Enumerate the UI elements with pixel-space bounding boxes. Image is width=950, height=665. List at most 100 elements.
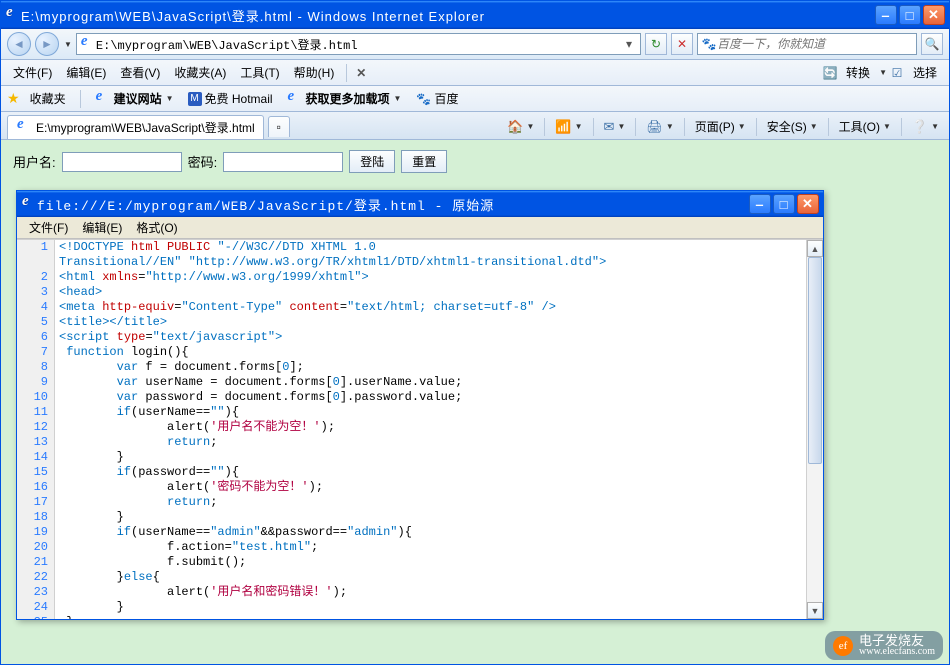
menu-file[interactable]: 文件(F) — [7, 62, 58, 83]
back-button[interactable]: ◄ — [7, 32, 31, 56]
line-number: 22 — [17, 570, 48, 585]
favorites-star-icon[interactable]: ★ — [7, 90, 20, 107]
tabs-bar: E:\myprogram\WEB\JavaScript\登录.html ▫ 🏠▼… — [1, 112, 949, 140]
fav-dropdown[interactable]: ▼ — [166, 94, 174, 103]
code-line: } — [59, 450, 806, 465]
menu-favorites[interactable]: 收藏夹(A) — [168, 62, 232, 83]
line-number: 7 — [17, 345, 48, 360]
refresh-button[interactable]: ↻ — [645, 33, 667, 55]
maximize-button[interactable]: □ — [899, 5, 921, 25]
menu-separator — [346, 64, 347, 82]
search-box[interactable]: 🐾 — [697, 33, 917, 55]
src-body: 1234567891011121314151617181920212223242… — [17, 239, 823, 619]
code-line: var f = document.forms[0]; — [59, 360, 806, 375]
line-number: 4 — [17, 300, 48, 315]
tab-label: E:\myprogram\WEB\JavaScript\登录.html — [36, 119, 255, 136]
print-icon: 🖨 — [646, 119, 663, 135]
titlebar[interactable]: E:\myprogram\WEB\JavaScript\登录.html - Wi… — [1, 1, 949, 29]
window-title: E:\myprogram\WEB\JavaScript\登录.html - Wi… — [21, 6, 875, 25]
scrollbar-thumb[interactable] — [808, 257, 822, 464]
favorites-bar: ★ 收藏夹 建议网站 ▼ M 免费 Hotmail 获取更多加载项 ▼ 🐾 百度 — [1, 86, 949, 112]
minimize-button[interactable]: ‒ — [875, 5, 897, 25]
src-minimize-button[interactable]: ‒ — [749, 194, 771, 214]
username-input[interactable] — [62, 152, 182, 172]
login-button[interactable]: 登陆 — [349, 150, 395, 173]
fav-hotmail[interactable]: M 免费 Hotmail — [184, 89, 277, 108]
menu-edit[interactable]: 编辑(E) — [60, 62, 112, 83]
line-number: 1 — [17, 240, 48, 255]
code-line: } — [59, 510, 806, 525]
menu-convert[interactable]: 转换 — [840, 62, 876, 83]
src-close-button[interactable]: ✕ — [797, 194, 819, 214]
tab-current[interactable]: E:\myprogram\WEB\JavaScript\登录.html — [7, 115, 264, 139]
select-icon: ☑ — [889, 65, 905, 81]
page-icon — [80, 36, 96, 52]
code-line: return; — [59, 435, 806, 450]
src-menu-file[interactable]: 文件(F) — [23, 218, 74, 237]
feeds-button[interactable]: 📶▼ — [551, 117, 586, 137]
baidu-icon: 🐾 — [415, 91, 431, 107]
scrollbar-track[interactable] — [807, 257, 823, 602]
code-line: <script type="text/javascript"> — [59, 330, 806, 345]
fav-baidu[interactable]: 🐾 百度 — [411, 89, 462, 108]
tools-menu[interactable]: 工具(O)▼ — [835, 116, 895, 137]
line-number: 2 — [17, 270, 48, 285]
line-number: 19 — [17, 525, 48, 540]
search-button[interactable]: 🔍 — [921, 33, 943, 55]
line-number: 20 — [17, 540, 48, 555]
mail-button[interactable]: ✉▼ — [600, 117, 630, 137]
menu-help[interactable]: 帮助(H) — [288, 62, 341, 83]
address-bar[interactable]: ▾ — [76, 33, 641, 55]
code-line: <meta http-equiv="Content-Type" content=… — [59, 300, 806, 315]
src-menu-format[interactable]: 格式(O) — [130, 218, 183, 237]
mail-icon: ✉ — [604, 119, 615, 135]
tabs-tools: 🏠▼ 📶▼ ✉▼ 🖨▼ 页面(P)▼ 安全(S)▼ 工具(O)▼ ❔▼ — [503, 116, 943, 137]
code-line: alert('用户名和密码错误！'); — [59, 585, 806, 600]
code-line: var password = document.forms[0].passwor… — [59, 390, 806, 405]
src-titlebar[interactable]: file:///E:/myprogram/WEB/JavaScript/登录.h… — [17, 191, 823, 217]
menu-tools[interactable]: 工具(T) — [234, 62, 285, 83]
home-icon: 🏠 — [507, 119, 523, 135]
forward-button[interactable]: ► — [35, 32, 59, 56]
code-line: var userName = document.forms[0].userNam… — [59, 375, 806, 390]
vertical-scrollbar[interactable]: ▲ ▼ — [806, 240, 823, 619]
ie-icon — [95, 91, 111, 107]
help-button[interactable]: ❔▼ — [908, 117, 943, 137]
fav-addons-label: 获取更多加载项 — [306, 90, 390, 107]
fav-dropdown[interactable]: ▼ — [394, 94, 402, 103]
line-number: 9 — [17, 375, 48, 390]
scroll-down-button[interactable]: ▼ — [807, 602, 823, 619]
menu-select[interactable]: 选择 — [907, 62, 943, 83]
page-menu[interactable]: 页面(P)▼ — [691, 116, 750, 137]
fav-suggested-sites[interactable]: 建议网站 ▼ — [91, 89, 178, 108]
reset-button[interactable]: 重置 — [401, 150, 447, 173]
password-input[interactable] — [223, 152, 343, 172]
favorites-label[interactable]: 收藏夹 — [26, 89, 70, 108]
safety-menu[interactable]: 安全(S)▼ — [763, 116, 822, 137]
code-line: return; — [59, 495, 806, 510]
print-button[interactable]: 🖨▼ — [642, 117, 677, 137]
src-menu-edit[interactable]: 编辑(E) — [76, 218, 128, 237]
search-input[interactable] — [717, 37, 913, 51]
line-number: 23 — [17, 585, 48, 600]
src-maximize-button[interactable]: □ — [773, 194, 795, 214]
close-button[interactable]: ✕ — [923, 5, 945, 25]
line-number: 3 — [17, 285, 48, 300]
menu-view[interactable]: 查看(V) — [114, 62, 166, 83]
code-line: <html xmlns="http://www.w3.org/1999/xhtm… — [59, 270, 806, 285]
convert-dropdown[interactable]: ▼ — [879, 68, 887, 77]
address-input[interactable] — [96, 37, 621, 51]
fav-more-addons[interactable]: 获取更多加载项 ▼ — [283, 89, 406, 108]
scroll-up-button[interactable]: ▲ — [807, 240, 823, 257]
source-code-area[interactable]: <!DOCTYPE html PUBLIC "-//W3C//DTD XHTML… — [55, 240, 806, 619]
address-dropdown[interactable]: ▾ — [621, 37, 637, 51]
menu-close-x[interactable]: ✕ — [353, 66, 369, 80]
nav-history-dropdown[interactable]: ▼ — [64, 40, 72, 49]
stop-button[interactable]: ✕ — [671, 33, 693, 55]
ie-icon — [21, 196, 37, 212]
new-tab-button[interactable]: ▫ — [268, 116, 290, 137]
home-button[interactable]: 🏠▼ — [503, 117, 538, 137]
line-number: 15 — [17, 465, 48, 480]
page-body: 用户名: 密码: 登陆 重置 file:///E:/myprogram/WEB/… — [1, 140, 949, 664]
username-label: 用户名: — [13, 152, 56, 171]
